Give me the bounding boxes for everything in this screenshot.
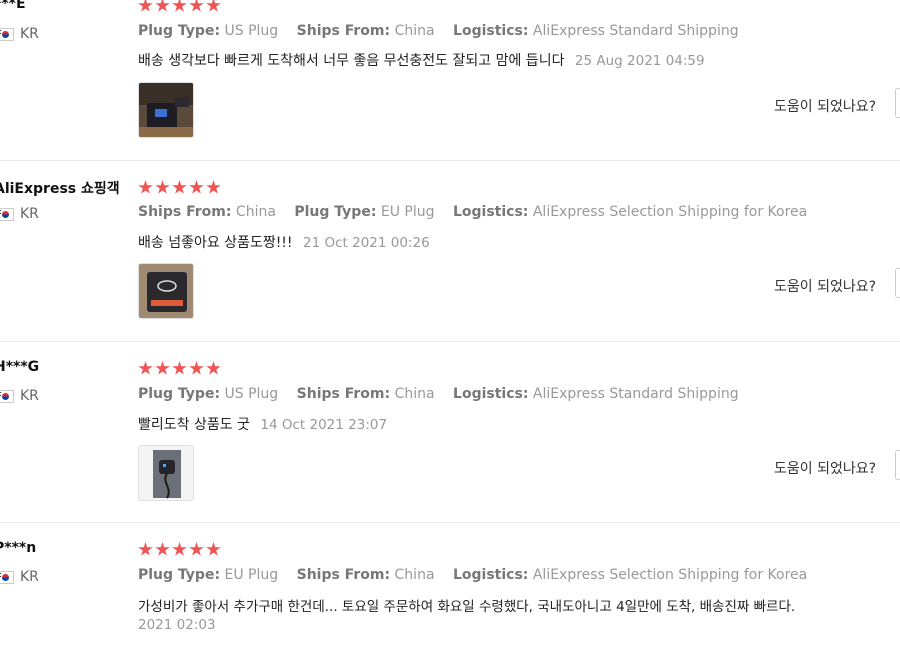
reviewer-country: KR — [0, 26, 39, 42]
property-value: China — [394, 386, 435, 402]
property-value: AliExpress Standard Shipping — [532, 386, 739, 402]
review-date: 25 Aug 2021 04:59 — [574, 53, 705, 69]
helpful-label: 도움이 되었나요? — [774, 279, 877, 295]
star-icon — [155, 361, 170, 375]
star-rating — [138, 542, 221, 557]
property-key: Plug Type: — [138, 386, 221, 402]
review-photo-thumbnail[interactable] — [138, 263, 194, 319]
photo-charger-box-image — [139, 264, 193, 318]
reviewer-country: KR — [0, 206, 39, 222]
photo-charger-image — [139, 83, 193, 137]
star-icon — [189, 361, 204, 375]
property-value: China — [394, 567, 435, 583]
review-comment: 배송 넘좋아요 상품도짱!!! — [138, 235, 293, 251]
reviewer-country: KR — [0, 569, 39, 585]
property-key: Plug Type: — [294, 204, 377, 220]
review-date: 21 Oct 2021 00:26 — [303, 235, 430, 251]
korea-flag-icon — [0, 389, 14, 403]
reviewer-name: ***E — [0, 0, 26, 12]
star-icon — [206, 361, 221, 375]
star-icon — [189, 0, 204, 12]
property-value: China — [394, 23, 435, 39]
property-key: Logistics: — [453, 386, 529, 402]
korea-flag-icon — [0, 207, 14, 221]
property-value: EU Plug — [224, 567, 279, 583]
review-date: 2021 02:03 — [138, 617, 216, 633]
review-photo-thumbnail[interactable] — [138, 82, 194, 138]
review-text: 배송 넘좋아요 상품도짱!!! 21 Oct 2021 00:26 — [138, 232, 430, 252]
star-icon — [189, 542, 204, 556]
review-text: 빨리도착 상품도 굿 14 Oct 2021 23:07 — [138, 414, 387, 434]
property-value: US Plug — [224, 386, 279, 402]
review-item: AliExpress 쇼핑객 KR Ships From: China Plug… — [0, 160, 900, 342]
review-properties: Plug Type: US Plug Ships From: China Log… — [138, 386, 753, 402]
country-code: KR — [20, 388, 39, 404]
star-rating — [138, 180, 221, 195]
star-icon — [172, 180, 187, 194]
star-icon — [206, 180, 221, 194]
star-icon — [206, 542, 221, 556]
property-key: Logistics: — [452, 204, 529, 220]
property-value: US Plug — [224, 23, 279, 39]
property-key: Ships From: — [296, 567, 391, 583]
review-properties: Ships From: China Plug Type: EU Plug Log… — [138, 204, 821, 220]
review-date: 14 Oct 2021 23:07 — [260, 417, 388, 433]
star-icon — [155, 0, 170, 12]
review-item: H***G KR Plug Type: US Plug Ships From: … — [0, 341, 900, 523]
country-code: KR — [20, 206, 39, 222]
review-comment: 배송 생각보다 빠르게 도착해서 너무 좋음 무선충전도 잘되고 맘에 듭니다 — [138, 53, 565, 69]
star-icon — [138, 542, 153, 556]
review-properties: Plug Type: US Plug Ships From: China Log… — [138, 23, 753, 39]
star-rating — [138, 0, 221, 13]
reviewer-name: P***n — [0, 540, 37, 556]
star-icon — [172, 361, 187, 375]
property-key: Ships From: — [296, 386, 391, 402]
property-key: Ships From: — [296, 23, 391, 39]
star-icon — [155, 180, 170, 194]
property-key: Ships From: — [138, 204, 232, 220]
property-key: Logistics: — [452, 567, 529, 583]
property-value: AliExpress Selection Shipping for Korea — [532, 204, 808, 220]
review-item: P***n KR Plug Type: EU Plug Ships From: … — [0, 522, 900, 652]
korea-flag-icon — [0, 27, 14, 41]
review-text: 가성비가 좋아서 추가구매 한건데... 토요일 주문하여 화요일 수령했다, … — [138, 595, 795, 615]
review-photo-thumbnail[interactable] — [138, 445, 194, 501]
star-icon — [138, 180, 153, 194]
helpful-label: 도움이 되었나요? — [774, 99, 877, 115]
helpful-button[interactable] — [895, 268, 900, 298]
review-text: 배송 생각보다 빠르게 도착해서 너무 좋음 무선충전도 잘되고 맘에 듭니다 … — [138, 50, 705, 70]
country-code: KR — [20, 569, 39, 585]
star-icon — [189, 180, 204, 194]
star-icon — [172, 542, 187, 556]
property-value: AliExpress Selection Shipping for Korea — [532, 567, 808, 583]
star-icon — [172, 0, 187, 12]
reviewer-name: H***G — [0, 359, 40, 375]
korea-flag-icon — [0, 570, 14, 584]
property-key: Plug Type: — [138, 23, 221, 39]
helpful-button[interactable] — [895, 450, 900, 480]
country-code: KR — [20, 26, 39, 42]
star-icon — [138, 0, 153, 12]
star-icon — [155, 542, 170, 556]
star-icon — [138, 361, 153, 375]
review-properties: Plug Type: EU Plug Ships From: China Log… — [138, 567, 821, 583]
photo-cable-image — [139, 446, 193, 500]
reviewer-country: KR — [0, 388, 39, 404]
property-key: Logistics: — [453, 23, 529, 39]
property-key: Plug Type: — [138, 567, 221, 583]
star-icon — [206, 0, 221, 12]
property-value: AliExpress Standard Shipping — [532, 23, 739, 39]
property-value: EU Plug — [380, 204, 435, 220]
helpful-button[interactable] — [895, 88, 900, 118]
review-item: ***E KR Plug Type: US Plug Ships From: C… — [0, 0, 900, 161]
review-comment: 빨리도착 상품도 굿 — [138, 417, 250, 433]
star-rating — [138, 361, 221, 376]
review-comment: 가성비가 좋아서 추가구매 한건데... 토요일 주문하여 화요일 수령했다, … — [138, 599, 796, 615]
reviewer-name: AliExpress 쇼핑객 — [0, 181, 120, 197]
property-value: China — [235, 204, 276, 220]
helpful-label: 도움이 되었나요? — [774, 461, 877, 477]
